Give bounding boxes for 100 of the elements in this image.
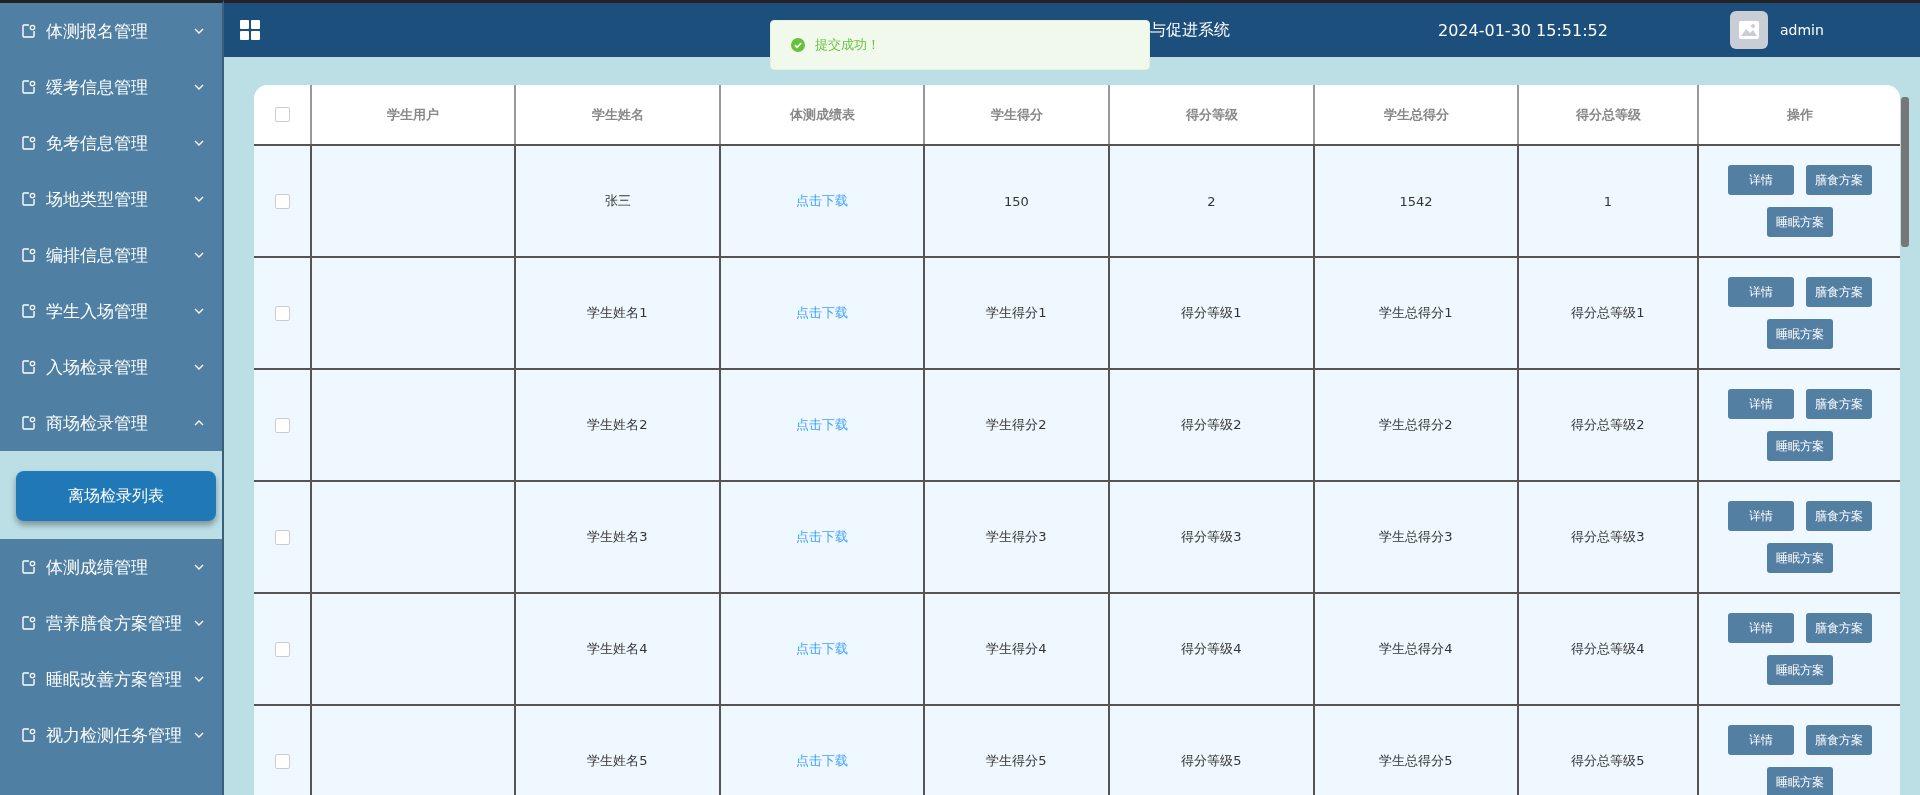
document-icon [22,24,36,38]
table-cell: 学生姓名3 [514,482,719,592]
row-checkbox[interactable] [274,753,290,769]
select-all-checkbox[interactable] [274,107,290,122]
action-button[interactable]: 睡眠方案 [1766,319,1833,349]
download-link[interactable]: 点击下载 [796,528,848,546]
table-cell: 得分等级2 [1108,370,1313,480]
menu-item[interactable]: 场地类型管理 [0,171,222,227]
table-cell: 得分等级5 [1108,706,1313,795]
chevron-down-icon [194,564,204,570]
chevron-down-icon [194,620,204,626]
action-button[interactable]: 详情 [1727,501,1794,531]
table-cell: 2 [1108,146,1313,256]
action-button[interactable]: 膳食方案 [1805,389,1872,419]
system-title: 与促进系统 [1150,19,1231,41]
table-cell: 学生得分2 [923,370,1108,480]
action-button[interactable]: 详情 [1727,277,1794,307]
table-cell: 1 [1517,146,1697,256]
action-button[interactable]: 睡眠方案 [1766,207,1833,237]
action-button[interactable]: 睡眠方案 [1766,543,1833,573]
table-cell: 得分总等级2 [1517,370,1697,480]
username[interactable]: admin [1779,22,1824,38]
table-cell: 学生总得分3 [1313,482,1517,592]
menu-item[interactable]: 视力检测任务管理 [0,707,222,763]
action-button[interactable]: 膳食方案 [1805,501,1872,531]
menu-item[interactable]: 营养膳食方案管理 [0,595,222,651]
table-cell: 学生姓名1 [514,258,719,368]
check-circle-icon [791,38,805,52]
grid-menu-icon[interactable] [240,20,260,40]
submenu-item[interactable]: 离场检录列表 [16,471,216,521]
chevron-down-icon [194,308,204,314]
table-cell: 学生得分1 [923,258,1108,368]
action-button[interactable]: 详情 [1727,389,1794,419]
table-cell: 学生总得分2 [1313,370,1517,480]
document-icon [22,136,36,150]
download-link[interactable]: 点击下载 [796,752,848,770]
document-icon [22,416,36,430]
table-cell: 学生得分4 [923,594,1108,704]
scrollbar-thumb[interactable] [1901,97,1909,247]
datetime-text: 2024-01-30 15:51:52 [1438,20,1608,40]
table-cell: 张三 [514,146,719,256]
menu-item[interactable]: 体测报名管理 [0,3,222,59]
table-cell: 得分总等级5 [1517,706,1697,795]
menu-item[interactable]: 睡眠改善方案管理 [0,651,222,707]
action-button[interactable]: 睡眠方案 [1766,655,1833,685]
column-header: 学生用户 [310,85,514,144]
row-checkbox[interactable] [274,641,290,657]
column-header: 得分总等级 [1517,85,1697,144]
chevron-down-icon [194,140,204,146]
action-button[interactable]: 详情 [1727,613,1794,643]
table-cell: 得分等级1 [1108,258,1313,368]
document-icon [22,560,36,574]
image-icon [1738,21,1759,39]
document-icon [22,616,36,630]
download-link[interactable]: 点击下载 [796,640,848,658]
toast-message: 提交成功！ [815,36,880,54]
action-button[interactable]: 睡眠方案 [1766,767,1833,795]
row-checkbox[interactable] [274,417,290,433]
menu-item[interactable]: 学生入场管理 [0,283,222,339]
menu-item[interactable]: 免考信息管理 [0,115,222,171]
column-header: 学生得分 [923,85,1108,144]
column-header: 得分等级 [1108,85,1313,144]
table-cell: 学生总得分5 [1313,706,1517,795]
row-checkbox[interactable] [274,529,290,545]
menu-item[interactable]: 体测成绩管理 [0,539,222,595]
column-header: 学生总得分 [1313,85,1517,144]
table-cell: 1542 [1313,146,1517,256]
chevron-down-icon [194,196,204,202]
chevron-down-icon [194,28,204,34]
action-button[interactable]: 膳食方案 [1805,725,1872,755]
menu-item[interactable]: 商场检录管理 [0,395,222,451]
row-checkbox[interactable] [274,305,290,321]
action-button[interactable]: 详情 [1727,165,1794,195]
document-icon [22,304,36,318]
action-button[interactable]: 膳食方案 [1805,165,1872,195]
table-cell: 学生总得分1 [1313,258,1517,368]
action-button[interactable]: 详情 [1727,725,1794,755]
table-cell: 得分等级4 [1108,594,1313,704]
table-cell: 学生姓名2 [514,370,719,480]
chevron-up-icon [194,420,204,426]
document-icon [22,192,36,206]
menu-item[interactable]: 编排信息管理 [0,227,222,283]
download-link[interactable]: 点击下载 [796,416,848,434]
table-cell: 得分等级3 [1108,482,1313,592]
document-icon [22,728,36,742]
column-header: 学生姓名 [514,85,719,144]
row-checkbox[interactable] [274,193,290,209]
action-button[interactable]: 膳食方案 [1805,613,1872,643]
avatar[interactable] [1729,11,1768,49]
download-link[interactable]: 点击下载 [796,192,848,210]
table-cell: 学生姓名5 [514,706,719,795]
menu-item[interactable]: 入场检录管理 [0,339,222,395]
action-button[interactable]: 膳食方案 [1805,277,1872,307]
chevron-down-icon [194,676,204,682]
table-cell: 得分总等级1 [1517,258,1697,368]
menu-item[interactable]: 缓考信息管理 [0,59,222,115]
chevron-down-icon [194,252,204,258]
table-cell: 学生得分3 [923,482,1108,592]
action-button[interactable]: 睡眠方案 [1766,431,1833,461]
download-link[interactable]: 点击下载 [796,304,848,322]
